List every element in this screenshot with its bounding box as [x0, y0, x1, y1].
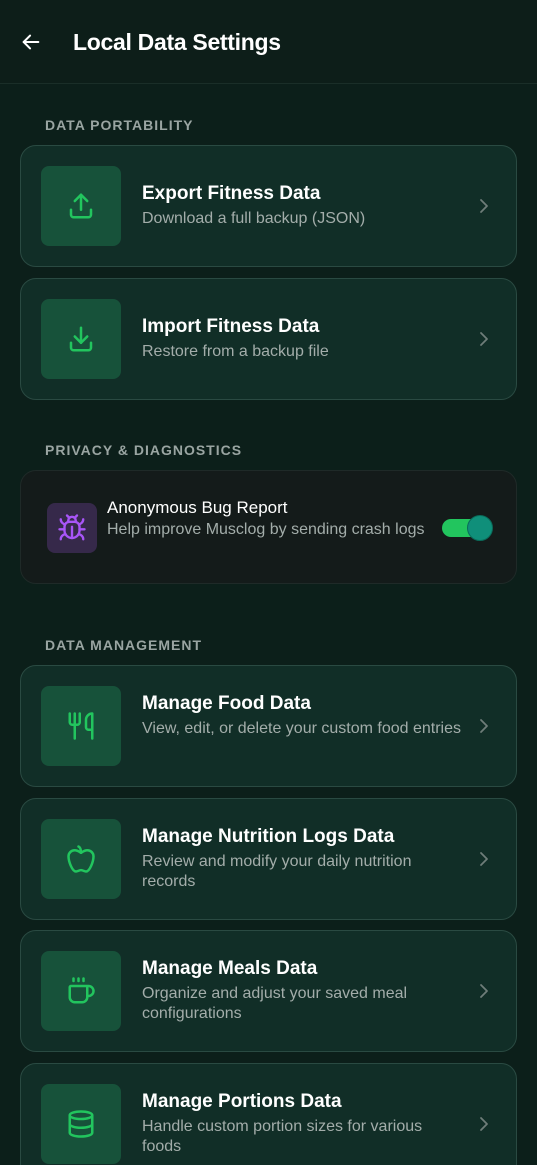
bug-icon-box: [47, 503, 97, 553]
manage-nutrition-logs-card[interactable]: Manage Nutrition Logs Data Review and mo…: [20, 798, 517, 920]
chevron-right-icon: [478, 981, 490, 1001]
back-button[interactable]: [18, 29, 44, 55]
food-icon-box: [41, 686, 121, 766]
card-title: Export Fitness Data: [142, 183, 321, 204]
app-header: Local Data Settings: [0, 0, 537, 84]
section-label-privacy: PRIVACY & DIAGNOSTICS: [45, 442, 243, 458]
bug-report-card: Anonymous Bug Report Help improve Musclo…: [20, 470, 517, 584]
bug-report-toggle[interactable]: [442, 515, 493, 541]
utensils-icon: [68, 712, 94, 740]
upload-icon: [69, 193, 93, 219]
toggle-thumb: [467, 515, 493, 541]
section-label-management: DATA MANAGEMENT: [45, 637, 203, 653]
import-icon-box: [41, 299, 121, 379]
card-title: Manage Meals Data: [142, 958, 318, 979]
chevron-right-icon: [478, 329, 490, 349]
chevron-right-icon: [478, 849, 490, 869]
export-icon-box: [41, 166, 121, 246]
chevron-right-icon: [478, 716, 490, 736]
arrow-left-icon: [22, 34, 40, 50]
page-title: Local Data Settings: [73, 29, 281, 55]
card-title: Manage Nutrition Logs Data: [142, 826, 395, 847]
import-fitness-data-card[interactable]: Import Fitness Data Restore from a backu…: [20, 278, 517, 400]
card-title: Manage Portions Data: [142, 1091, 342, 1112]
bug-report-description: Help improve Musclog by sending crash lo…: [107, 521, 425, 538]
coffee-icon: [68, 977, 95, 1004]
apple-icon: [67, 845, 95, 873]
card-title: Manage Food Data: [142, 693, 311, 714]
meals-icon-box: [41, 951, 121, 1031]
bug-icon: [58, 514, 86, 541]
card-description: Download a full backup (JSON): [142, 210, 366, 227]
bug-report-title: Anonymous Bug Report: [107, 498, 288, 517]
database-icon: [68, 1110, 94, 1138]
card-description: Review and modify your daily nutrition r…: [142, 853, 412, 890]
card-description: Handle custom portion sizes for various …: [142, 1118, 423, 1155]
portions-icon-box: [41, 1084, 121, 1164]
chevron-right-icon: [478, 1114, 490, 1134]
manage-food-data-card[interactable]: Manage Food Data View, edit, or delete y…: [20, 665, 517, 787]
card-description: Restore from a backup file: [142, 343, 329, 360]
card-description: View, edit, or delete your custom food e…: [142, 720, 461, 737]
section-label-portability: DATA PORTABILITY: [45, 117, 194, 133]
manage-portions-data-card[interactable]: Manage Portions Data Handle custom porti…: [20, 1063, 517, 1165]
export-fitness-data-card[interactable]: Export Fitness Data Download a full back…: [20, 145, 517, 267]
card-title: Import Fitness Data: [142, 316, 320, 337]
card-description: Organize and adjust your saved meal conf…: [142, 985, 408, 1022]
manage-meals-data-card[interactable]: Manage Meals Data Organize and adjust yo…: [20, 930, 517, 1052]
download-icon: [69, 326, 93, 352]
nutrition-icon-box: [41, 819, 121, 899]
chevron-right-icon: [478, 196, 490, 216]
